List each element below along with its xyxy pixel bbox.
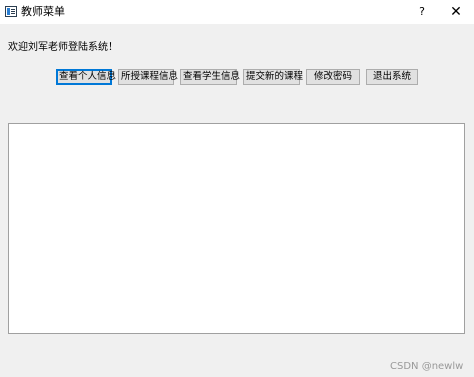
taught-courses-button[interactable]: 所授课程信息 <box>118 69 178 85</box>
change-password-button[interactable]: 修改密码 <box>306 69 360 85</box>
help-button[interactable]: ? <box>412 2 432 22</box>
welcome-label: 欢迎刘军老师登陆系统！ <box>8 42 118 53</box>
output-text-area[interactable] <box>8 123 465 334</box>
exit-system-button[interactable]: 退出系统 <box>366 69 418 85</box>
title-bar: 教师菜单 ? ✕ <box>0 0 474 24</box>
window-app-icon <box>5 6 17 17</box>
window-title: 教师菜单 <box>21 5 65 18</box>
submit-new-course-button[interactable]: 提交新的课程 <box>243 69 303 85</box>
view-personal-info-button[interactable]: 查看个人信息 <box>56 69 116 85</box>
view-student-info-button[interactable]: 查看学生信息 <box>180 69 240 85</box>
close-button[interactable]: ✕ <box>444 2 468 22</box>
watermark-text: CSDN @newlw <box>390 361 464 372</box>
